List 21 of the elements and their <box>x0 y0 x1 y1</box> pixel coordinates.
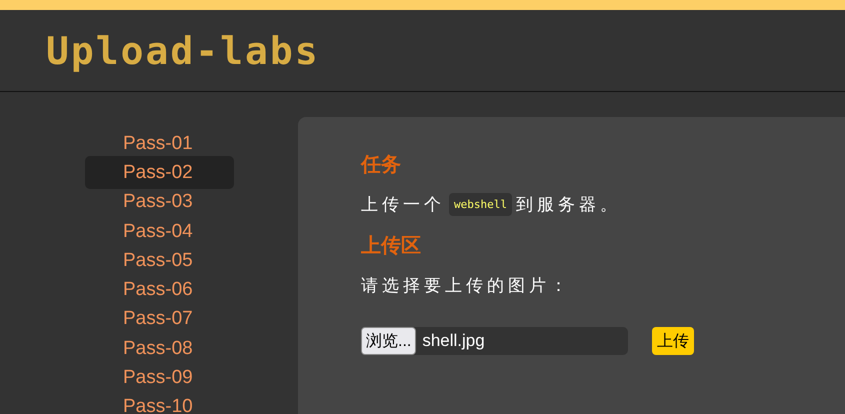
sidebar-item[interactable]: Pass-09 <box>85 363 234 392</box>
task-text: 到服务器。 <box>516 194 621 216</box>
sidebar-item[interactable]: Pass-01 <box>85 129 234 158</box>
sidebar-item[interactable]: Pass-10 <box>85 392 234 414</box>
file-name: shell.jpg <box>422 331 485 351</box>
sidebar-item[interactable]: Pass-03 <box>85 187 234 217</box>
sidebar-item[interactable]: Pass-04 <box>85 216 234 246</box>
browse-button[interactable]: 浏览... <box>361 327 416 355</box>
upload-prompt: 请选择要上传的图片： <box>361 275 571 297</box>
upload-button[interactable]: 上传 <box>652 327 694 355</box>
sidebar-item[interactable]: Pass-07 <box>85 304 234 334</box>
sidebar-item[interactable]: Pass-02 <box>85 156 234 190</box>
sidebar-item[interactable]: Pass-06 <box>85 275 234 304</box>
section-heading: 上传区 <box>361 234 422 259</box>
sidebar-item[interactable]: Pass-08 <box>85 334 234 364</box>
logo[interactable]: Upload-labs <box>46 28 320 72</box>
task-text: 上传一个 <box>361 194 445 216</box>
code-chip: webshell <box>449 193 512 216</box>
section-heading: 任务 <box>361 153 402 178</box>
file-input[interactable]: 浏览... shell.jpg <box>361 327 628 355</box>
sidebar-item[interactable]: Pass-05 <box>85 246 234 276</box>
